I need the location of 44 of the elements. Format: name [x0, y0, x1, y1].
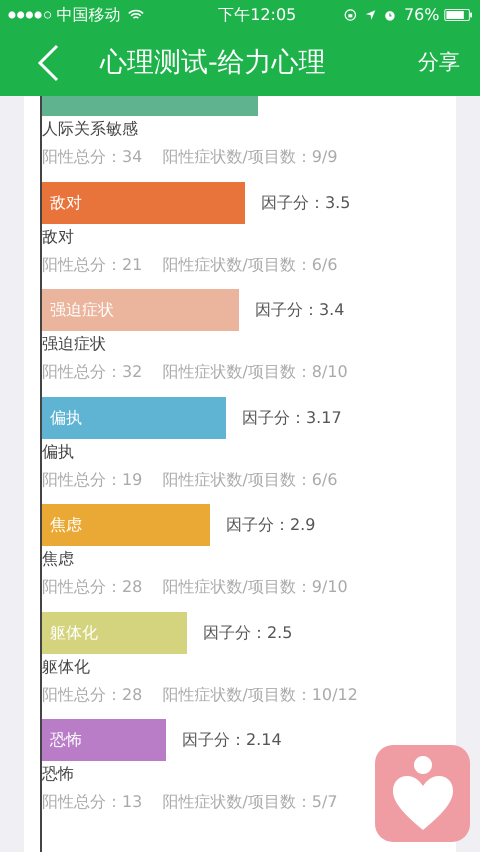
symptom-ratio: 阳性症状数/项目数：9/10	[162, 576, 348, 598]
positive-total: 阳性总分：19	[42, 468, 142, 490]
factor-name: 偏执	[42, 442, 74, 460]
battery-percent: 76%	[404, 4, 440, 26]
factor-score: 因子分：3.17	[242, 406, 342, 428]
factor-score: 因子分：3.4	[255, 299, 344, 321]
factor-score: 因子分：2.14	[182, 729, 282, 751]
positive-total: 阳性总分：28	[42, 576, 142, 598]
positive-total: 阳性总分：13	[42, 791, 142, 813]
symptom-ratio: 阳性症状数/项目数：9/9	[162, 146, 338, 168]
back-button[interactable]	[36, 44, 60, 82]
location-arrow-icon	[364, 8, 376, 22]
positive-total: 阳性总分：28	[42, 684, 142, 706]
symptom-ratio: 阳性症状数/项目数：6/6	[162, 468, 338, 490]
factor-score: 因子分：2.5	[203, 622, 292, 644]
positive-total: 阳性总分：34	[42, 146, 142, 168]
symptom-ratio: 阳性症状数/项目数：6/6	[162, 254, 338, 276]
battery-icon	[444, 7, 472, 23]
symptom-ratio: 阳性症状数/项目数：8/10	[162, 361, 348, 383]
clock-time: 下午12:05	[218, 4, 296, 26]
symptom-ratio: 阳性症状数/项目数：10/12	[162, 684, 358, 706]
rotation-lock-icon	[344, 7, 357, 23]
signal-icon	[8, 10, 52, 20]
carrier-name: 中国移动	[56, 4, 120, 26]
heart-app-icon[interactable]	[375, 745, 470, 842]
factor-name: 恐怖	[42, 764, 74, 783]
bar-label: 偏执	[50, 406, 82, 428]
positive-total: 阳性总分：21	[42, 254, 142, 276]
share-button[interactable]: 分享	[414, 47, 464, 79]
factor-score: 因子分：3.5	[261, 192, 350, 214]
bar-label: 焦虑	[50, 514, 82, 536]
factor-name: 敌对	[42, 226, 74, 246]
bar-label: 躯体化	[50, 622, 98, 644]
bar-label: 敌对	[50, 192, 82, 214]
factor-name: 躯体化	[42, 656, 90, 676]
factor-score: 因子分：2.9	[226, 514, 316, 536]
bar-label: 强迫症状	[50, 299, 114, 321]
symptom-ratio: 阳性症状数/项目数：5/7	[162, 791, 338, 813]
bar-label: 恐怖	[50, 729, 82, 751]
factor-name: 人际关系敏感	[42, 119, 138, 138]
positive-total: 阳性总分：32	[42, 361, 142, 383]
page-title: 心理测试-给力心理	[100, 46, 326, 80]
factor-name: 强迫症状	[42, 334, 106, 353]
factor-name: 焦虑	[42, 549, 74, 568]
